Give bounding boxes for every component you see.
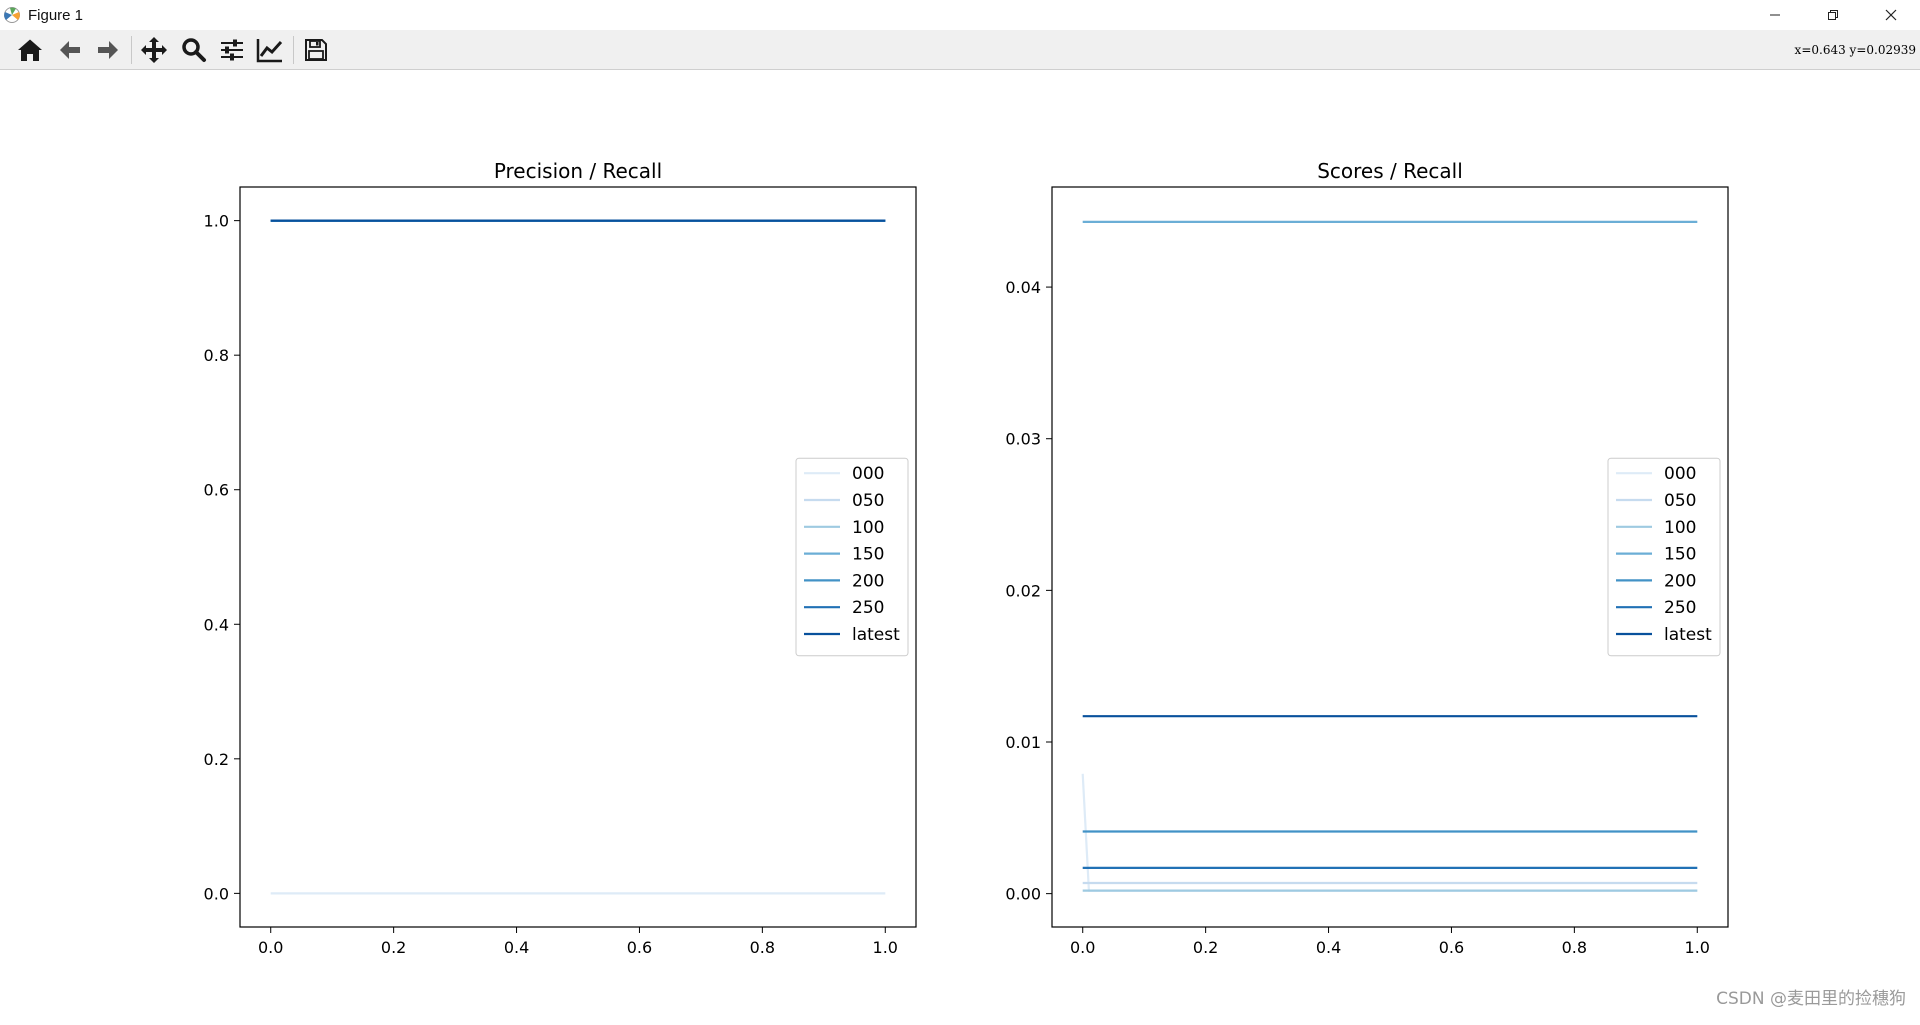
y-tick-label: 0.0 bbox=[204, 884, 229, 903]
legend-label: 200 bbox=[1664, 571, 1696, 591]
navigation-toolbar: x=0.643 y=0.02939 bbox=[0, 30, 1920, 70]
legend-label: 200 bbox=[852, 571, 884, 591]
x-tick-label: 0.4 bbox=[504, 938, 529, 957]
home-icon bbox=[18, 39, 42, 61]
y-tick-label: 0.4 bbox=[204, 615, 229, 634]
legend-label: 100 bbox=[1664, 518, 1696, 538]
x-tick-label: 0.2 bbox=[381, 938, 406, 957]
legend-label: 150 bbox=[852, 545, 884, 565]
y-tick-label: 0.04 bbox=[1005, 278, 1041, 297]
move-icon bbox=[141, 37, 167, 63]
minimize-icon bbox=[1770, 14, 1780, 16]
back-button[interactable] bbox=[54, 35, 86, 65]
restore-button[interactable] bbox=[1804, 0, 1862, 30]
restore-icon bbox=[1828, 10, 1838, 20]
chart-title: Scores / Recall bbox=[1317, 159, 1463, 183]
legend-label: 000 bbox=[1664, 464, 1696, 484]
chart-title: Precision / Recall bbox=[494, 159, 662, 183]
magnifier-icon bbox=[182, 38, 206, 62]
legend-label: 100 bbox=[852, 518, 884, 538]
watermark: CSDN @麦田里的捡穗狗 bbox=[1716, 989, 1906, 1009]
x-tick-label: 1.0 bbox=[1685, 938, 1710, 957]
close-icon bbox=[1885, 9, 1897, 21]
x-tick-label: 0.6 bbox=[627, 938, 652, 957]
x-tick-label: 0.4 bbox=[1316, 938, 1341, 957]
x-tick-label: 0.6 bbox=[1439, 938, 1464, 957]
x-tick-label: 0.0 bbox=[1070, 938, 1095, 957]
home-button[interactable] bbox=[14, 35, 46, 65]
edit-axis-button[interactable] bbox=[254, 35, 286, 65]
minimize-button[interactable] bbox=[1746, 0, 1804, 30]
x-tick-label: 0.8 bbox=[750, 938, 775, 957]
legend-label: latest bbox=[1664, 625, 1712, 645]
arrow-right-icon bbox=[98, 41, 118, 59]
sliders-icon bbox=[221, 39, 243, 61]
legend-label: 050 bbox=[1664, 491, 1696, 511]
legend-label: 250 bbox=[1664, 598, 1696, 618]
window-controls bbox=[1746, 0, 1920, 30]
window-title: Figure 1 bbox=[28, 6, 84, 24]
y-tick-label: 0.6 bbox=[204, 481, 229, 500]
y-tick-label: 1.0 bbox=[204, 212, 229, 231]
forward-button[interactable] bbox=[92, 35, 124, 65]
zoom-button[interactable] bbox=[178, 35, 210, 65]
coordinate-readout: x=0.643 y=0.02939 bbox=[1794, 43, 1916, 57]
x-tick-label: 0.8 bbox=[1562, 938, 1587, 957]
pan-button[interactable] bbox=[138, 35, 170, 65]
legend-label: 150 bbox=[1664, 545, 1696, 565]
subplot-2: Scores / Recall 0.0 0.2 0.4 0.6 0.8 1.0 0.00 0.0… bbox=[1005, 159, 1729, 957]
y-tick-label: 0.2 bbox=[204, 750, 229, 769]
line-chart-icon bbox=[256, 39, 283, 63]
x-tick-label: 0.2 bbox=[1193, 938, 1218, 957]
y-tick-label: 0.8 bbox=[204, 346, 229, 365]
title-bar: Figure 1 bbox=[0, 0, 1920, 30]
legend-label: latest bbox=[852, 625, 900, 645]
subplots-button[interactable] bbox=[216, 35, 248, 65]
x-tick-label: 0.0 bbox=[258, 938, 283, 957]
figure-canvas[interactable]: Precision / Recall 0.0 0.2 0.4 0.6 0.8 1.0 0.0 0… bbox=[0, 71, 1920, 1021]
legend-label: 250 bbox=[852, 598, 884, 618]
legend: 000 050 100 150 200 250 latest bbox=[1607, 457, 1721, 657]
y-tick-label: 0.03 bbox=[1005, 430, 1041, 449]
y-tick-label: 0.01 bbox=[1005, 733, 1041, 752]
y-tick-label: 0.02 bbox=[1005, 581, 1041, 600]
legend-label: 000 bbox=[852, 464, 884, 484]
toolbar-separator bbox=[131, 36, 132, 64]
subplot-1: Precision / Recall 0.0 0.2 0.4 0.6 0.8 1.0 0.0 0… bbox=[204, 159, 917, 957]
y-tick-label: 0.00 bbox=[1005, 885, 1041, 904]
matplotlib-logo-icon bbox=[3, 5, 23, 25]
save-button[interactable] bbox=[300, 35, 332, 65]
floppy-disk-icon bbox=[305, 39, 327, 61]
x-tick-label: 1.0 bbox=[873, 938, 898, 957]
close-button[interactable] bbox=[1862, 0, 1920, 30]
legend: 000 050 100 150 200 250 latest bbox=[795, 457, 909, 657]
figure-svg[interactable]: Precision / Recall0.0 0.2 0.4 0.6 0.8 1.00.00… bbox=[0, 71, 1920, 1021]
legend-label: 050 bbox=[852, 491, 884, 511]
toolbar-separator bbox=[293, 36, 294, 64]
arrow-left-icon bbox=[60, 41, 80, 59]
